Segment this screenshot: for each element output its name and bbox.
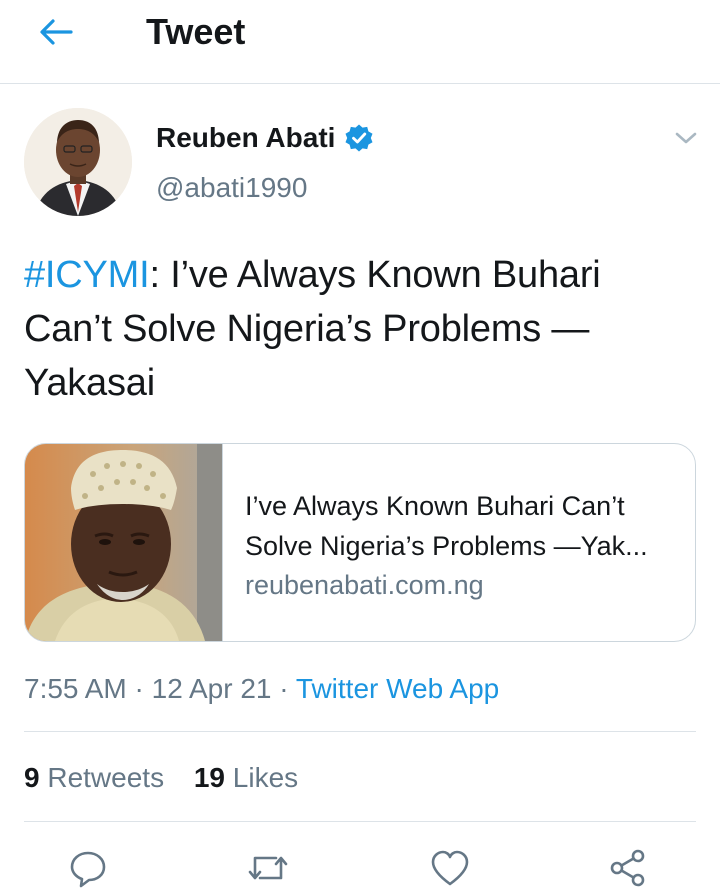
card-title: I’ve Always Known Buhari Can’t Solve Nig… [245, 486, 675, 566]
top-bar: Tweet [0, 0, 720, 84]
verified-badge-icon [345, 124, 373, 152]
tweet-source-link[interactable]: Twitter Web App [296, 673, 499, 704]
like-button[interactable] [426, 845, 474, 891]
tweet-text: #ICYMI: I’ve Always Known Buhari Can’t S… [24, 248, 696, 410]
tweet-meta: 7:55 AM · 12 Apr 21 · Twitter Web App [24, 670, 499, 708]
card-title-line: I’ve Always Known Buhari Can’t [245, 491, 625, 521]
meta-separator: · [279, 673, 289, 704]
heart-icon [431, 850, 469, 886]
reply-icon [70, 851, 106, 888]
arrow-left-icon [40, 19, 73, 45]
tweet-stats: 9 Retweets 19 Likes [24, 758, 298, 798]
retweets-stat[interactable]: 9 Retweets [24, 758, 164, 798]
share-button[interactable] [604, 845, 652, 891]
author-name[interactable]: Reuben Abati [156, 120, 335, 156]
share-icon [610, 849, 645, 887]
card-domain: reubenabati.com.ng [245, 570, 484, 600]
likes-label: Likes [232, 762, 299, 793]
tweet-date: 12 Apr 21 [151, 673, 272, 704]
retweets-label: Retweets [47, 762, 165, 793]
divider [24, 821, 696, 822]
card-photo [25, 444, 222, 641]
back-button[interactable] [34, 12, 78, 52]
meta-separator: · [134, 673, 144, 704]
card-title-line: Solve Nigeria’s Problems —Yak... [245, 531, 648, 561]
tweet-time: 7:55 AM [24, 673, 127, 704]
retweets-count: 9 [24, 762, 40, 793]
action-bar [0, 845, 720, 891]
likes-count: 19 [193, 762, 226, 793]
author-photo [24, 108, 132, 216]
card-thumbnail [25, 444, 223, 641]
author-handle[interactable]: @abati1990 [156, 170, 307, 206]
tweet-menu-button[interactable] [668, 122, 704, 154]
divider [24, 731, 696, 732]
avatar[interactable] [24, 108, 132, 216]
hashtag-link[interactable]: #ICYMI [24, 254, 150, 296]
likes-stat[interactable]: 19 Likes [194, 758, 298, 798]
page-title: Tweet [146, 11, 246, 52]
reply-button[interactable] [64, 845, 112, 891]
retweet-button[interactable] [244, 845, 292, 891]
chevron-down-icon [675, 132, 697, 144]
retweet-icon [248, 856, 288, 880]
link-card[interactable]: I’ve Always Known Buhari Can’t Solve Nig… [24, 443, 696, 642]
